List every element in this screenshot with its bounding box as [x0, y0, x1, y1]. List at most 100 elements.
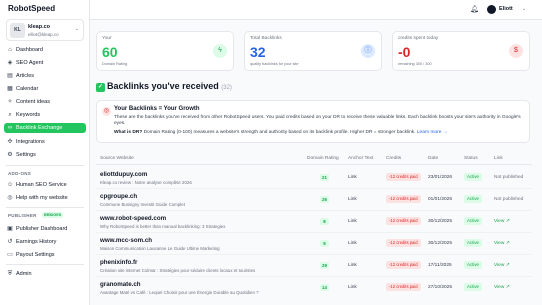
source-website: granomate.ch [100, 281, 141, 288]
source-website: www.mcc-som.ch [100, 237, 153, 244]
view-link[interactable]: View ↗ [494, 219, 510, 224]
chevron-down-icon: ⌄ [74, 26, 79, 32]
column-header: Link [494, 156, 503, 161]
credits-spent-card: credits spent today -0 remaining 300 / 3… [392, 31, 530, 71]
card-value: -0 [398, 44, 411, 60]
credits-badge: -12 credits paid [386, 217, 421, 225]
table-row[interactable]: www.mcc-som.ch Maison Communication Laus… [96, 233, 532, 255]
shield-icon: ⛨ [7, 271, 13, 277]
info-icon: ⓘ [361, 44, 375, 58]
card-value: 32 [250, 44, 266, 60]
topbar: 🔔︎ Eliott ⌄ [90, 0, 542, 20]
card-value: 60 [102, 44, 118, 60]
column-header: Anchor Text [348, 156, 374, 161]
view-link[interactable]: View ↗ [494, 285, 510, 290]
table-header-divider [96, 164, 532, 165]
view-link[interactable]: View ↗ [494, 263, 510, 268]
source-website: www.robot-speed.com [100, 215, 167, 222]
checkmark-icon: ✓ [96, 83, 105, 92]
domain-rating-badge: 9 [320, 240, 329, 247]
user-avatar[interactable] [487, 5, 496, 14]
sidebar-item-keywords[interactable]: ⌕ Keywords [4, 110, 86, 120]
credits-badge: -12 credits paid [386, 173, 421, 181]
sidebar-item-admin[interactable]: ⛨ Admin [4, 269, 86, 279]
domain-rating-badge: 8 [320, 218, 329, 225]
column-header: Source Website [100, 156, 134, 161]
table-row[interactable]: cpgroupe.ch Commune Bussigny Investit Gu… [96, 189, 532, 211]
table-row[interactable]: www.robot-speed.com Why RobotSpeed is be… [96, 211, 532, 233]
card-label: Your [102, 36, 112, 41]
link-status: Not published [494, 197, 524, 202]
gear-icon: ⚙ [7, 152, 13, 158]
table-row[interactable]: granomate.ch Avantage Maté vs Café : Leq… [96, 277, 532, 299]
anchor-text: Link [348, 263, 357, 268]
article-title: Why RobotSpeed is better than manual bac… [100, 224, 226, 229]
lightbulb-icon: ✧ [7, 99, 13, 105]
link-status: Not published [494, 175, 524, 180]
info-box: ◎ Your Backlinks = Your Growth These are… [96, 100, 530, 143]
anchor-text: Link [348, 241, 357, 246]
bell-icon[interactable]: 🔔︎ [470, 5, 479, 13]
column-header: Credits [386, 156, 402, 161]
source-website: phenixinfo.fr [100, 259, 138, 266]
sidebar-item-payout-settings[interactable]: ▭ Payout Settings [4, 250, 86, 260]
sidebar-item-content-ideas[interactable]: ✧ Content ideas [4, 97, 86, 107]
dollar-icon: $ [509, 44, 523, 58]
sidebar-item-dashboard[interactable]: ⌂ Dashboard [4, 45, 86, 55]
wallet-icon: ▭ [7, 252, 13, 258]
sidebar: RobotSpeed KL kleap.co elliot@kleap.co ⌄… [0, 0, 90, 305]
table-row[interactable]: eliottdupuy.com Kleap.co review : Notre … [96, 167, 532, 189]
user-name[interactable]: Eliott [499, 6, 513, 12]
sidebar-item-human-seo[interactable]: ☺ Human SEO Service [4, 180, 86, 190]
publisher-badge: BRIDGES [42, 212, 64, 218]
card-label: Total Backlinks [250, 36, 282, 41]
history-icon: ↺ [7, 239, 13, 245]
sidebar-item-publisher-dashboard[interactable]: ▣ Publisher Dashboard [4, 224, 86, 234]
account-name: kleap.co [28, 24, 51, 30]
column-header: Date [428, 156, 439, 161]
sidebar-item-backlink-exchange[interactable]: ∞ Backlink Exchange [4, 123, 86, 133]
status-badge: Active [464, 195, 482, 203]
status-badge: Active [464, 173, 482, 181]
anchor-text: Link [348, 285, 357, 290]
learn-more-link[interactable]: Learn more → [417, 130, 448, 135]
sidebar-divider [6, 165, 84, 166]
target-icon: ◎ [102, 107, 111, 116]
status-badge: Active [464, 217, 482, 225]
domain-rating-badge: 29 [320, 262, 329, 269]
sidebar-item-earnings-history[interactable]: ↺ Earnings History [4, 237, 86, 247]
sidebar-item-integrations[interactable]: ✣ Integrations [4, 137, 86, 147]
card-subtitle: Domain Rating [102, 62, 128, 66]
anchor-text: Link [348, 219, 357, 224]
brand-logo[interactable]: RobotSpeed [8, 4, 55, 13]
sidebar-item-help-website[interactable]: ◎ Help with my website [4, 193, 86, 203]
sidebar-item-articles[interactable]: ▤ Articles [4, 71, 86, 81]
dr-explanation: What is DR? Domain Rating (0-100) measur… [114, 130, 448, 135]
sidebar-item-calendar[interactable]: ▦ Calendar [4, 84, 86, 94]
chevron-down-icon[interactable]: ⌄ [522, 6, 526, 12]
card-label: credits spent today [398, 36, 439, 41]
credits-badge: -12 credits paid [386, 261, 421, 269]
addons-section-label: ADD-ONS [8, 171, 32, 176]
calendar-icon: ▦ [7, 86, 13, 92]
lightning-icon: ϟ [213, 44, 227, 58]
credits-badge: -12 credits paid [386, 283, 421, 291]
dashboard-icon: ▣ [7, 226, 13, 232]
puzzle-icon: ✣ [7, 139, 13, 145]
account-email: elliot@kleap.co [28, 32, 59, 37]
robot-icon: ◈ [7, 60, 13, 66]
anchor-text: Link [348, 175, 357, 180]
view-link[interactable]: View ↗ [494, 241, 510, 246]
publisher-section-label: PUBLISHER [8, 213, 37, 218]
date: 30/12/2025 [428, 241, 453, 246]
credits-badge: -12 credits paid [386, 195, 421, 203]
column-header: Status [464, 156, 478, 161]
sidebar-item-settings[interactable]: ⚙ Settings [4, 150, 86, 160]
date: 01/01/2026 [428, 197, 453, 202]
info-text: These are the backlinks you've received … [114, 115, 521, 126]
table-row[interactable]: phenixinfo.fr Création site internet Col… [96, 255, 532, 277]
column-header: Domain Rating [307, 156, 339, 161]
account-switcher[interactable]: KL kleap.co elliot@kleap.co ⌄ [6, 19, 84, 41]
credits-badge: -12 credits paid [386, 239, 421, 247]
sidebar-item-seo-agent[interactable]: ◈ SEO Agent [4, 58, 86, 68]
